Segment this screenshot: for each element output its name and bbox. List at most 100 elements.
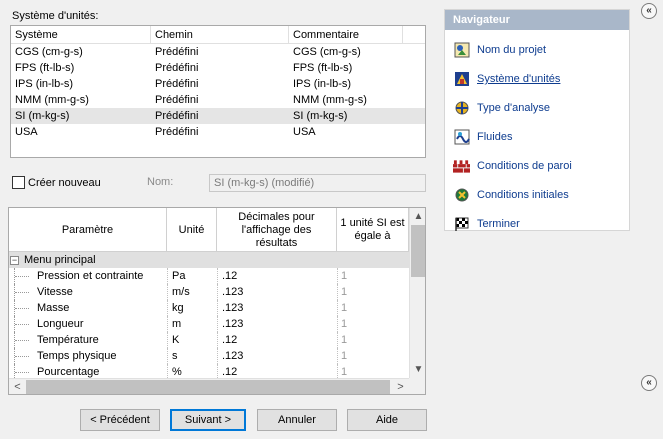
unit-system-row[interactable]: NMM (mm-g-s) Prédéfini NMM (mm-g-s) [11, 92, 425, 108]
parameter-decimals-cell[interactable]: .123 [222, 284, 334, 300]
navigator-item-unit-system[interactable]: Système d'unités [445, 65, 629, 93]
unit-system-row[interactable]: SI (m-kg-s) Prédéfini SI (m-kg-s) [11, 108, 425, 124]
parameter-unit-cell[interactable]: s [172, 348, 216, 364]
collapse-group-icon[interactable]: − [10, 256, 19, 265]
column-separator [337, 348, 338, 364]
column-header-path[interactable]: Chemin [151, 26, 289, 43]
tree-branch [15, 276, 29, 277]
navigator-item-wall-conditions[interactable]: Conditions de paroi [445, 152, 629, 180]
navigator-item-label[interactable]: Nom du projet [477, 44, 546, 56]
navigator-item-label[interactable]: Fluides [477, 131, 512, 143]
parameter-unit-cell[interactable]: K [172, 332, 216, 348]
system-path-cell: Prédéfini [155, 62, 199, 74]
create-new-label[interactable]: Créer nouveau [28, 177, 101, 189]
group-label: Menu principal [24, 254, 96, 266]
navigator-item-fluids[interactable]: Fluides [445, 123, 629, 151]
navigator-item-analysis-type[interactable]: Type d'analyse [445, 94, 629, 122]
unit-system-list[interactable]: Système Chemin Commentaire CGS (cm-g-s) P… [10, 25, 426, 158]
navigator-title: Navigateur [445, 10, 629, 30]
unit-system-label: Système d'unités: [12, 10, 99, 22]
parameter-si-equivalent-cell[interactable]: 1 [341, 316, 407, 332]
wall-conditions-icon [453, 158, 470, 175]
parameter-decimals-cell[interactable]: .123 [222, 300, 334, 316]
column-separator [167, 316, 168, 332]
parameter-si-equivalent-cell[interactable]: 1 [341, 348, 407, 364]
system-name-cell: IPS (in-lb-s) [15, 78, 74, 90]
navigator-item-initial-conditions[interactable]: Conditions initiales [445, 181, 629, 209]
create-new-checkbox-group[interactable]: Créer nouveau [12, 176, 101, 189]
unit-system-rows: CGS (cm-g-s) Prédéfini CGS (cm-g-s) FPS (ft… [11, 44, 425, 140]
parameter-decimals-cell[interactable]: .12 [222, 332, 334, 348]
parameter-name-cell: Vitesse [37, 286, 73, 298]
collapse-navigator-icon[interactable]: « [641, 3, 657, 19]
tree-branch [15, 324, 29, 325]
parameter-si-equivalent-cell[interactable]: 1 [341, 300, 407, 316]
parameter-table-body: − Menu principal Pression et contrainte P… [9, 252, 409, 380]
tree-branch [15, 372, 29, 373]
column-separator [217, 284, 218, 300]
system-name-cell: USA [15, 126, 38, 138]
vertical-scrollbar[interactable]: ▲ ▼ [409, 208, 425, 378]
parameter-unit-cell[interactable]: m/s [172, 284, 216, 300]
cancel-button[interactable]: Annuler [257, 409, 337, 431]
help-button[interactable]: Aide [347, 409, 427, 431]
name-field[interactable]: SI (m-kg-s) (modifié) [209, 174, 426, 192]
column-header-comment[interactable]: Commentaire [289, 26, 403, 43]
column-header-parameter[interactable]: Paramètre [9, 208, 167, 252]
vertical-scroll-thumb[interactable] [411, 225, 425, 277]
column-header-si-equivalent[interactable]: 1 unité SI est égale à [337, 208, 409, 252]
horizontal-scrollbar[interactable]: < > [9, 378, 409, 394]
parameter-row[interactable]: Temps physique s .123 1 [9, 348, 409, 364]
parameter-decimals-cell[interactable]: .123 [222, 316, 334, 332]
parameter-row[interactable]: Pression et contrainte Pa .12 1 [9, 268, 409, 284]
parameter-decimals-cell[interactable]: .123 [222, 348, 334, 364]
navigator-item-label[interactable]: Conditions de paroi [477, 160, 572, 172]
column-separator [167, 300, 168, 316]
expand-panel-icon[interactable]: « [641, 375, 657, 391]
tree-branch [15, 356, 29, 357]
previous-button[interactable]: < Précédent [80, 409, 160, 431]
initial-conditions-icon [453, 187, 470, 204]
system-comment-cell: NMM (mm-g-s) [293, 94, 367, 106]
navigator-item-label[interactable]: Système d'unités [477, 73, 560, 85]
group-row-main-menu[interactable]: − Menu principal [9, 252, 409, 268]
unit-system-row[interactable]: USA Prédéfini USA [11, 124, 425, 140]
navigator-item-label[interactable]: Terminer [477, 218, 520, 230]
system-name-cell: FPS (ft-lb-s) [15, 62, 75, 74]
navigator-item-project-name[interactable]: Nom du projet [445, 36, 629, 64]
parameter-row[interactable]: Longueur m .123 1 [9, 316, 409, 332]
unit-system-row[interactable]: CGS (cm-g-s) Prédéfini CGS (cm-g-s) [11, 44, 425, 60]
parameter-si-equivalent-cell[interactable]: 1 [341, 284, 407, 300]
column-separator [217, 268, 218, 284]
column-header-unit[interactable]: Unité [167, 208, 217, 252]
system-path-cell: Prédéfini [155, 126, 199, 138]
unit-system-row[interactable]: FPS (ft-lb-s) Prédéfini FPS (ft-lb-s) [11, 60, 425, 76]
parameter-table[interactable]: Paramètre Unité Décimales pour l'afficha… [8, 207, 426, 395]
parameter-unit-cell[interactable]: Pa [172, 268, 216, 284]
parameter-row[interactable]: Température K .12 1 [9, 332, 409, 348]
column-header-system[interactable]: Système [11, 26, 151, 43]
scroll-down-arrow-icon[interactable]: ▼ [410, 361, 425, 378]
scroll-right-arrow-icon[interactable]: > [392, 379, 409, 394]
parameter-si-equivalent-cell[interactable]: 1 [341, 268, 407, 284]
scroll-up-arrow-icon[interactable]: ▲ [410, 208, 425, 225]
column-separator [337, 316, 338, 332]
parameter-si-equivalent-cell[interactable]: 1 [341, 332, 407, 348]
create-new-checkbox[interactable] [12, 176, 25, 189]
parameter-decimals-cell[interactable]: .12 [222, 268, 334, 284]
scroll-left-arrow-icon[interactable]: < [9, 379, 26, 394]
next-button[interactable]: Suivant > [170, 409, 246, 431]
parameter-unit-cell[interactable]: kg [172, 300, 216, 316]
column-separator [337, 268, 338, 284]
parameter-row[interactable]: Vitesse m/s .123 1 [9, 284, 409, 300]
horizontal-scroll-thumb[interactable] [26, 380, 390, 394]
column-separator [167, 332, 168, 348]
analysis-type-icon [453, 100, 470, 117]
parameter-row[interactable]: Masse kg .123 1 [9, 300, 409, 316]
column-header-decimals[interactable]: Décimales pour l'affichage des résultats [217, 208, 337, 252]
navigator-item-label[interactable]: Conditions initiales [477, 189, 569, 201]
navigator-item-label[interactable]: Type d'analyse [477, 102, 550, 114]
unit-system-row[interactable]: IPS (in-lb-s) Prédéfini IPS (in-lb-s) [11, 76, 425, 92]
parameter-unit-cell[interactable]: m [172, 316, 216, 332]
navigator-item-finish-flag[interactable]: Terminer [445, 210, 629, 238]
